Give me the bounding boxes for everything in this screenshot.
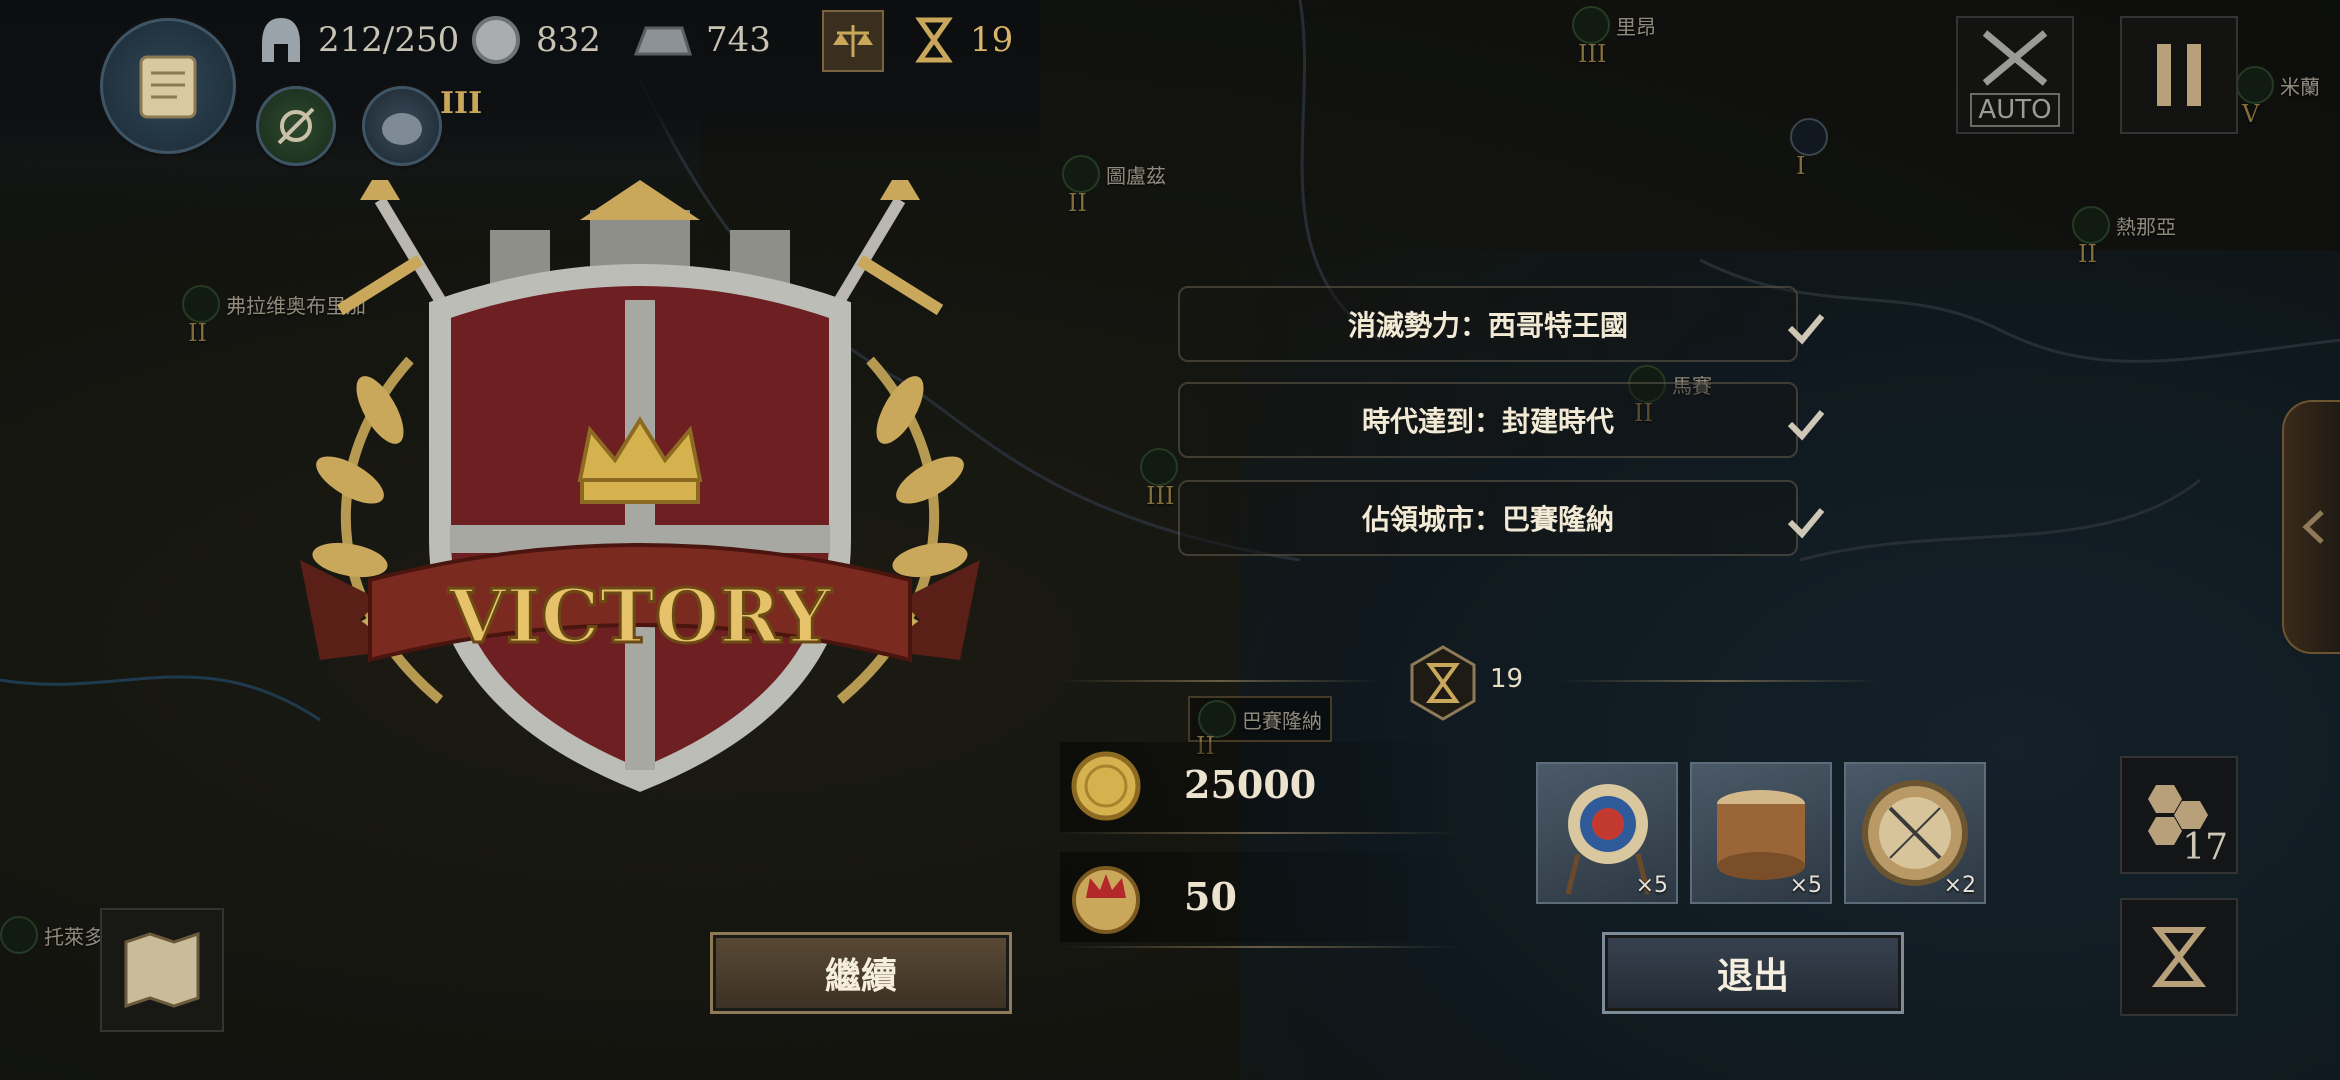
iron-ingot-icon [633,26,692,56]
iron-value: 743 [706,20,771,60]
scroll-icon [139,55,197,119]
objective-text: 佔領城市：巴賽隆納 [1361,503,1614,536]
check-icon [1787,314,1825,345]
objective-row: 消滅勢力：西哥特王國 [1178,286,1825,362]
territory-button[interactable]: 17 [2120,756,2238,874]
victory-emblem: VICTORY [300,180,980,792]
pause-icon [2157,44,2201,106]
hex-count: 17 [2182,827,2228,868]
tools-icon [277,107,315,145]
era-level: III [440,86,483,121]
reward-item[interactable]: ×2 [1844,762,1986,904]
hourglass-icon [2151,927,2207,987]
auto-battle-button[interactable]: AUTO [1956,16,2074,134]
quest-scroll-button[interactable] [100,18,236,154]
objective-text: 時代達到：封建時代 [1361,405,1614,438]
divider-rewards [1060,832,1460,834]
pause-button[interactable] [2120,16,2238,134]
justice-button[interactable] [822,10,884,72]
check-icon [1787,410,1825,441]
silver-counter[interactable]: 832 [470,14,601,66]
honor-crown-icon [1072,866,1140,934]
helmet-icon [382,113,422,145]
exit-label: 退出 [1716,955,1789,997]
turn-badge [1410,645,1476,721]
turns-value: 19 [970,20,1014,60]
honor-reward-row: 50 [1060,852,1460,942]
exit-button[interactable]: 退出 [1602,932,1904,1014]
chevron-left-icon [2302,510,2324,544]
objective-text: 消滅勢力：西哥特王國 [1347,309,1628,342]
silver-coin-icon [472,16,520,64]
continue-label: 繼續 [824,955,897,997]
auto-label: AUTO [1970,93,2060,127]
check-icon [1787,508,1825,539]
side-panel-tab[interactable] [2282,400,2340,654]
divider-rewards-bottom [1060,946,1460,948]
reward-item[interactable]: ×5 [1690,762,1832,904]
item-qty: ×5 [1789,873,1822,898]
reward-item[interactable]: ×5 [1536,762,1678,904]
crossed-swords-icon [1982,30,2048,86]
objective-row: 時代達到：封建時代 [1178,382,1825,458]
turn-counter[interactable]: 19 [912,14,1013,66]
scales-icon [833,25,873,57]
objective-row: 佔領城市：巴賽隆納 [1178,480,1825,556]
item-qty: ×5 [1635,873,1668,898]
silver-value: 832 [536,20,601,60]
hourglass-icon [915,17,953,63]
divider-left [1060,680,1380,682]
map-icon [124,931,200,1009]
helmet-icon [262,18,300,62]
iron-counter[interactable]: 743 [632,14,771,66]
gold-value: 25000 [1184,762,1317,807]
tech-button[interactable] [256,86,336,166]
victory-banner-text: VICTORY [448,574,833,660]
gold-reward-row: 25000 [1060,742,1460,832]
gold-coin-icon [1071,751,1141,821]
turn-count: 19 [1490,664,1524,694]
item-qty: ×2 [1943,873,1976,898]
troops-value: 212/250 [318,20,460,60]
end-turn-button[interactable] [2120,898,2238,1016]
divider-right [1560,680,1880,682]
continue-button[interactable]: 繼續 [710,932,1012,1014]
troops-counter[interactable]: 212/250 [258,14,459,66]
era-button[interactable] [362,86,442,166]
honor-value: 50 [1184,874,1237,919]
map-button[interactable] [100,908,224,1032]
hourglass-hex-icon [1410,645,1476,721]
